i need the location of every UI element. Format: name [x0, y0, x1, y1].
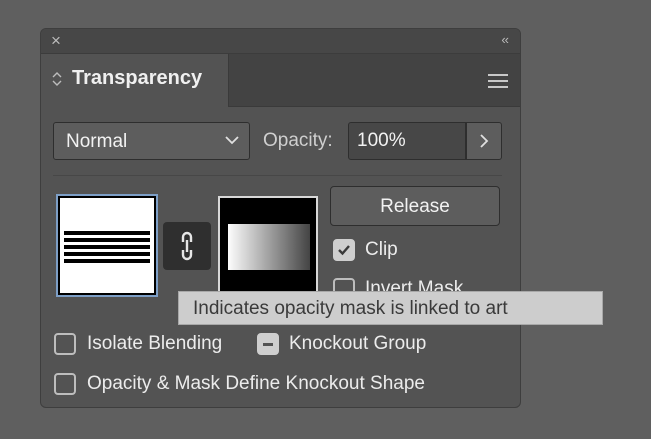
knockout-group-checkbox[interactable]: [257, 333, 279, 355]
blend-mode-dropdown[interactable]: Normal: [53, 122, 250, 160]
tab-transparency[interactable]: Transparency: [41, 54, 229, 107]
mixed-state-icon: [263, 343, 273, 346]
isolate-blending-checkbox[interactable]: [54, 333, 76, 355]
diamond-updown-icon: [52, 72, 62, 86]
opacity-flyout-button[interactable]: [466, 122, 502, 160]
art-thumbnail[interactable]: [56, 194, 158, 297]
hamburger-menu-icon[interactable]: [488, 74, 508, 88]
isolate-blending-label: Isolate Blending: [87, 333, 223, 354]
clip-checkbox[interactable]: [333, 239, 355, 261]
tab-label: Transparency: [72, 67, 203, 89]
mask-gradient: [228, 224, 310, 270]
opacity-label: Opacity:: [263, 130, 333, 151]
art-thumbnail-canvas: [60, 198, 154, 293]
close-icon[interactable]: ×: [51, 32, 61, 50]
panel-tab-row: Transparency: [41, 54, 520, 107]
panel-titlebar: × ‹‹: [41, 29, 520, 54]
section-divider: [53, 175, 502, 176]
tooltip-text: Indicates opacity mask is linked to art: [193, 298, 508, 319]
chevron-down-icon: [225, 136, 239, 145]
opacity-mask-thumbnail[interactable]: [218, 196, 318, 297]
define-knockout-shape-checkbox[interactable]: [54, 373, 76, 395]
transparency-panel: × ‹‹ Transparency Normal Opacity: 100% R…: [40, 28, 521, 408]
define-knockout-shape-label: Opacity & Mask Define Knockout Shape: [87, 373, 425, 394]
checkmark-icon: [338, 245, 350, 256]
art-stripes: [64, 231, 150, 266]
opacity-input[interactable]: [348, 122, 466, 160]
chain-link-icon: [181, 231, 193, 261]
double-chevron-left-icon[interactable]: ‹‹: [501, 32, 509, 47]
mask-link-button[interactable]: [163, 222, 211, 270]
link-tooltip: Indicates opacity mask is linked to art: [178, 291, 603, 325]
blend-mode-value: Normal: [66, 131, 128, 152]
chevron-right-icon: [480, 134, 489, 148]
release-button[interactable]: Release: [330, 186, 500, 226]
knockout-group-label: Knockout Group: [289, 333, 427, 354]
clip-label: Clip: [365, 239, 398, 260]
